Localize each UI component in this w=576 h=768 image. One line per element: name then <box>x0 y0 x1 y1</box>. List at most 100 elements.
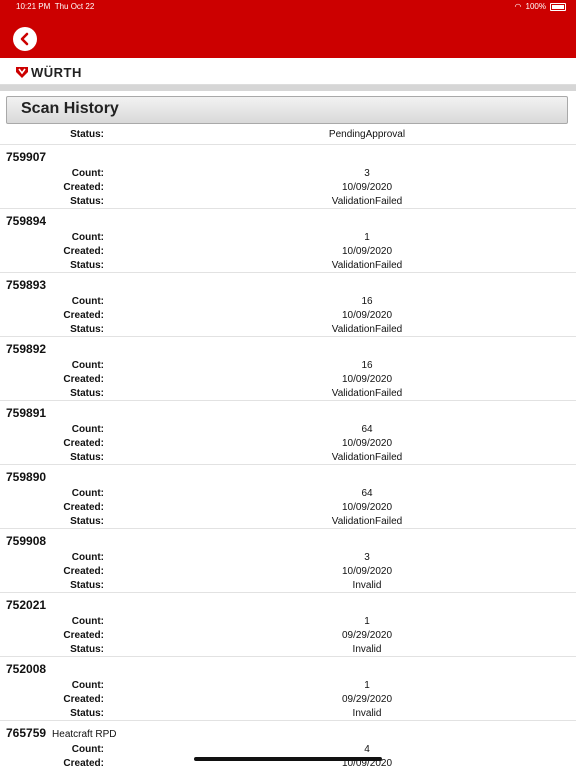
back-button[interactable] <box>13 27 37 51</box>
status-value: ValidationFailed <box>331 516 403 527</box>
count-label: Count: <box>71 360 104 371</box>
list-item[interactable]: 759890 Count: 64 Created: 10/09/2020 Status: V… <box>0 465 576 529</box>
count-value: 64 <box>361 488 373 499</box>
chevron-left-icon <box>20 32 29 46</box>
created-label: Created: <box>63 438 104 449</box>
status-bar: 10:21 PM Thu Oct 22 ◠ 100% <box>0 0 576 14</box>
status-value: Invalid <box>352 580 382 591</box>
created-value: 09/29/2020 <box>341 630 393 641</box>
status-label: Status: <box>70 644 104 655</box>
count-value: 1 <box>364 232 370 243</box>
created-value: 10/09/2020 <box>341 566 393 577</box>
status-value: ValidationFailed <box>331 388 403 399</box>
status-label: Status: <box>70 708 104 719</box>
divider-bar <box>0 85 576 91</box>
status-value: ValidationFailed <box>331 324 403 335</box>
status-label: Status: <box>70 516 104 527</box>
list-item[interactable]: 759908 Count: 3 Created: 10/09/2020 Status: In… <box>0 529 576 593</box>
created-value: 10/09/2020 <box>341 374 393 385</box>
count-label: Count: <box>71 168 104 179</box>
scan-id-number: 752021 <box>6 598 47 612</box>
scan-id-number: 759908 <box>6 534 47 548</box>
wifi-icon: ◠ <box>514 2 522 11</box>
created-value: 09/29/2020 <box>341 694 393 705</box>
created-label: Created: <box>63 566 104 577</box>
count-label: Count: <box>71 616 104 627</box>
status-value: ValidationFailed <box>331 196 403 207</box>
created-value: 10/09/2020 <box>341 246 393 257</box>
created-value: 10/09/2020 <box>341 182 393 193</box>
status-value: PendingApproval <box>328 129 406 140</box>
count-label: Count: <box>71 552 104 563</box>
scan-name: Heatcraft RPD <box>52 729 117 740</box>
list-item[interactable]: 752008 Count: 1 Created: 09/29/2020 Status: In… <box>0 657 576 721</box>
count-value: 3 <box>364 168 370 179</box>
scan-id-number: 759892 <box>6 342 47 356</box>
status-value: ValidationFailed <box>331 260 403 271</box>
created-label: Created: <box>63 310 104 321</box>
created-value: 10/09/2020 <box>341 502 393 513</box>
scan-id: 759894 <box>6 214 46 228</box>
count-label: Count: <box>71 744 104 755</box>
count-label: Count: <box>71 232 104 243</box>
count-label: Count: <box>71 296 104 307</box>
created-value: 10/09/2020 <box>341 438 393 449</box>
list-item[interactable]: 759907 Count: 3 Created: 10/09/2020 Status: Va… <box>0 145 576 209</box>
scan-id: 759891 <box>6 406 46 420</box>
count-value: 64 <box>361 424 373 435</box>
status-label: Status: <box>70 129 104 140</box>
count-label: Count: <box>71 680 104 691</box>
created-value: 10/09/2020 <box>341 310 393 321</box>
scan-id: 759890 <box>6 470 46 484</box>
count-value: 1 <box>364 680 370 691</box>
list-item[interactable]: 759894 Count: 1 Created: 10/09/2020 Status: Va… <box>0 209 576 273</box>
scan-id-number: 759894 <box>6 214 47 228</box>
created-label: Created: <box>63 182 104 193</box>
home-indicator <box>194 757 382 761</box>
status-right: ◠ 100% <box>515 0 566 14</box>
scan-id: 759893 <box>6 278 46 292</box>
list-item[interactable]: 759891 Count: 64 Created: 10/09/2020 Status: V… <box>0 401 576 465</box>
list-item[interactable]: 752021 Count: 1 Created: 09/29/2020 Status: In… <box>0 593 576 657</box>
count-value: 4 <box>364 744 370 755</box>
logo-text: WÜRTH <box>31 65 82 80</box>
scan-id-number: 765759 <box>6 726 47 740</box>
count-value: 16 <box>361 360 373 371</box>
status-label: Status: <box>70 260 104 271</box>
status-date: Thu Oct 22 <box>54 2 95 11</box>
scan-history-list[interactable]: Status: PendingApproval 759907 Count: 3 Cre… <box>0 126 576 768</box>
status-value: Invalid <box>352 644 382 655</box>
nav-bar <box>0 14 576 58</box>
scan-id-number: 759893 <box>6 278 47 292</box>
status-label: Status: <box>70 196 104 207</box>
scan-id: 765759 Heatcraft RPD <box>6 726 117 740</box>
count-value: 16 <box>361 296 373 307</box>
status-time-date: 10:21 PM Thu Oct 22 <box>16 0 94 14</box>
count-value: 1 <box>364 616 370 627</box>
page-title: Scan History <box>21 100 119 117</box>
created-label: Created: <box>63 374 104 385</box>
count-value: 3 <box>364 552 370 563</box>
status-time: 10:21 PM <box>16 2 51 11</box>
created-label: Created: <box>63 502 104 513</box>
wurth-logo-icon <box>16 67 28 78</box>
scan-id-number: 759890 <box>6 470 47 484</box>
scan-id-number: 759891 <box>6 406 47 420</box>
scan-id-number: 759907 <box>6 150 47 164</box>
scan-id: 752021 <box>6 598 46 612</box>
status-value: ValidationFailed <box>331 452 403 463</box>
created-label: Created: <box>63 694 104 705</box>
wurth-logo: WÜRTH <box>16 65 82 80</box>
scan-id-number: 752008 <box>6 662 47 676</box>
status-value: Invalid <box>352 708 382 719</box>
count-label: Count: <box>71 424 104 435</box>
created-label: Created: <box>63 630 104 641</box>
created-label: Created: <box>63 758 104 768</box>
status-label: Status: <box>70 324 104 335</box>
created-label: Created: <box>63 246 104 257</box>
status-label: Status: <box>70 388 104 399</box>
list-item[interactable]: 759892 Count: 16 Created: 10/09/2020 Status: V… <box>0 337 576 401</box>
list-item[interactable]: Status: PendingApproval <box>0 126 576 145</box>
list-item[interactable]: 759893 Count: 16 Created: 10/09/2020 Status: V… <box>0 273 576 337</box>
count-label: Count: <box>71 488 104 499</box>
